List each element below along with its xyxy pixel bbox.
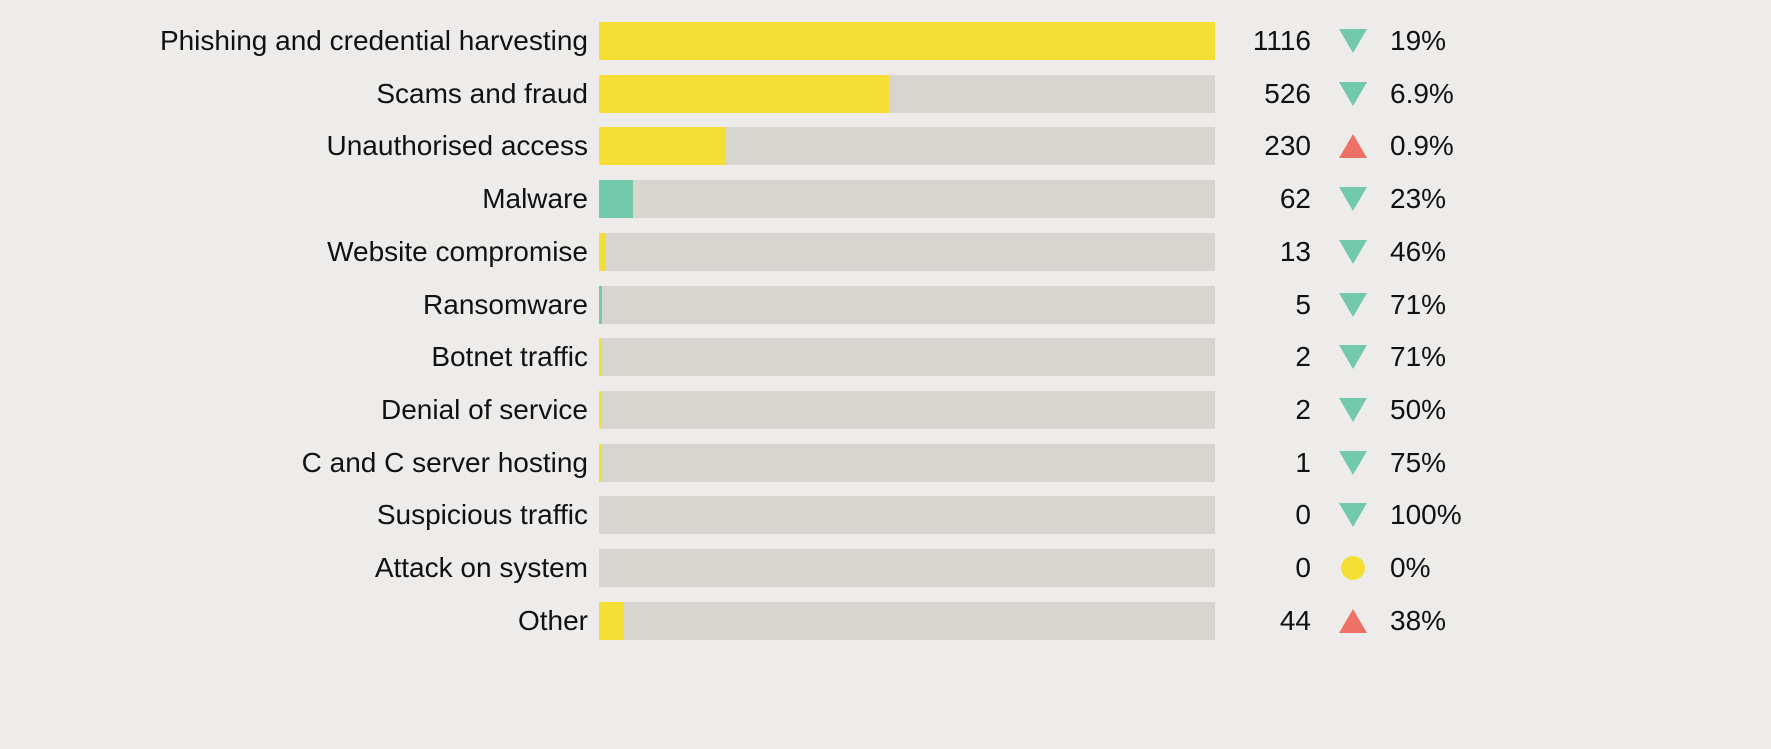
triangle-down-icon [1339,397,1367,422]
triangle-down-icon [1339,292,1367,317]
change-percent: 71% [1390,288,1447,320]
change-percent: 38% [1390,604,1447,636]
triangle-up-icon [1339,134,1367,159]
bar-track [599,601,1215,640]
value-label: 2 [1295,341,1311,373]
triangle-down-icon [1339,503,1367,528]
value-label: 526 [1264,77,1311,109]
bar-row: Ransomware 5 71% [0,285,1771,324]
bar [599,443,602,482]
value-label: 1 [1295,446,1311,478]
bar [599,74,890,113]
value-label: 230 [1264,130,1311,162]
bar [599,390,602,429]
incident-bar-chart: Phishing and credential harvesting 1116 19… [0,0,1771,749]
bar-track [599,443,1215,482]
change-percent: 100% [1390,499,1462,531]
bar [599,22,1215,60]
triangle-down-icon [1339,345,1367,370]
change-percent: 23% [1390,183,1447,215]
circle-icon [1341,556,1365,580]
category-label: C and C server hosting [301,446,588,478]
value-label: 62 [1279,183,1311,215]
bar [599,338,602,377]
change-percent: 50% [1390,393,1447,425]
bar [599,601,624,640]
bar-track [599,180,1215,219]
bar-track [599,22,1215,60]
category-label: Unauthorised access [326,130,588,162]
bar [599,232,607,271]
category-label: Malware [482,183,588,215]
value-label: 2 [1295,393,1311,425]
bar-row: Malware 62 23% [0,180,1771,219]
change-percent: 0% [1390,552,1431,583]
triangle-down-icon [1339,239,1367,264]
change-percent: 75% [1390,446,1447,478]
bar-track [599,549,1215,587]
category-label: Denial of service [381,393,588,425]
category-label: Other [517,604,588,636]
bar-row: Other 44 38% [0,601,1771,640]
category-label: Suspicious traffic [376,499,588,531]
bar [599,127,726,166]
value-label: 0 [1295,552,1311,583]
bar [599,180,634,219]
bar-track [599,285,1215,324]
category-label: Botnet traffic [431,341,588,373]
bar-track [599,390,1215,429]
bar-track [599,496,1215,535]
bar-row: Scams and fraud 526 6.9% [0,74,1771,113]
value-label: 44 [1279,604,1311,636]
change-percent: 0.9% [1390,130,1454,162]
bar-row: Unauthorised access 230 0.9% [0,127,1771,166]
bar-track [599,127,1215,166]
bar-track [599,232,1215,271]
triangle-up-icon [1339,608,1367,633]
bar-track [599,74,1215,113]
change-percent: 6.9% [1390,77,1454,109]
bar-row: Attack on system 0 0% [0,549,1771,587]
triangle-down-icon [1339,81,1367,106]
category-label: Scams and fraud [376,77,588,109]
value-label: 13 [1279,235,1311,267]
bar-row: Suspicious traffic 0 100% [0,496,1771,535]
category-label: Phishing and credential harvesting [159,25,588,56]
value-label: 0 [1295,499,1311,531]
change-percent: 19% [1390,25,1447,56]
bar-row: Website compromise 13 46% [0,232,1771,271]
category-label: Attack on system [374,552,588,583]
bar-row: Botnet traffic 2 71% [0,338,1771,377]
bar-row: Denial of service 2 50% [0,390,1771,429]
triangle-down-icon [1339,29,1367,53]
triangle-down-icon [1339,187,1367,212]
value-label: 1116 [1252,25,1311,56]
category-label: Website compromise [327,235,588,267]
bar-row: Phishing and credential harvesting 1116 19… [0,22,1771,60]
change-percent: 71% [1390,341,1447,373]
bar [599,285,602,324]
category-label: Ransomware [423,288,588,320]
bar-track [599,338,1215,377]
triangle-down-icon [1339,450,1367,475]
bar-row: C and C server hosting 1 75% [0,443,1771,482]
change-percent: 46% [1390,235,1447,267]
value-label: 5 [1295,288,1311,320]
